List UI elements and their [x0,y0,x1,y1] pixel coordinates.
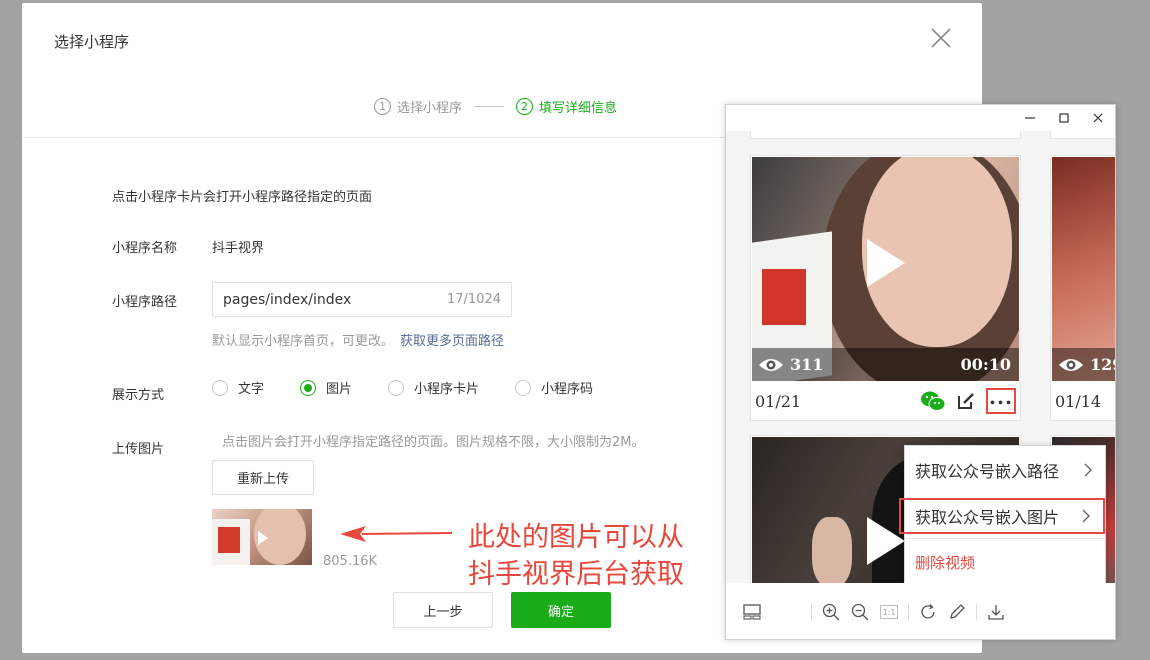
path-hint-text: 默认显示小程序首页，可更改。 [212,334,395,349]
reupload-button[interactable]: 重新上传 [212,460,314,495]
edit-icon[interactable] [956,391,976,411]
video-date: 01/14 [1055,391,1102,411]
download-icon[interactable] [986,602,1006,622]
view-count: 129 [1090,355,1115,374]
path-char-count: 17/1024 [446,292,501,307]
radio-circle [515,379,532,396]
video-thumbnail[interactable]: 311 00:10 [752,157,1019,381]
thumb-stamp [218,527,240,553]
card-partial [1050,131,1115,139]
radio-code[interactable]: 小程序码 [515,378,593,397]
annotation-line-1: 此处的图片可以从 [468,522,684,553]
annotation-line-2: 抖手视界后台获取 [468,559,684,590]
actual-size-label: 1:1 [880,605,898,619]
maximize-icon[interactable] [1047,105,1081,131]
video-date: 01/21 [755,391,802,411]
video-card[interactable]: 129 01/14 [1050,155,1115,421]
previous-step-button[interactable]: 上一步 [393,592,493,628]
step-indicator: 1 选择小程序 2 填写详细信息 [374,95,617,117]
uploaded-image-thumbnail[interactable] [212,509,312,565]
zoom-in-icon[interactable] [821,602,841,622]
radio-image[interactable]: 图片 [300,378,352,397]
card-footer: 01/21 ... [755,386,1016,416]
more-icon[interactable]: ... [986,387,1016,414]
wechat-icon[interactable] [920,390,946,412]
radio-circle [388,379,405,396]
video-card[interactable]: 311 00:10 01/21 ... [750,155,1021,421]
video-stats-bar: 311 00:10 [752,348,1019,381]
step-divider [474,105,505,107]
annotation-text: 此处的图片可以从 抖手视界后台获取 [468,519,684,593]
radio-circle [212,379,228,396]
video-stats-bar: 129 [1052,348,1115,381]
toolbar-divider [811,604,812,620]
name-label: 小程序名称 [112,241,178,256]
more-paths-link[interactable]: 获取更多页面路径 [400,334,504,349]
intro-text: 点击小程序卡片会打开小程序路径指定的页面 [112,190,373,205]
thumb-stamp [762,269,806,325]
file-size: 805.16K [323,554,378,569]
video-thumbnail[interactable]: 129 [1052,157,1115,381]
menu-item-label: 获取公众号嵌入路径 [915,464,1060,481]
radio-circle-selected [300,379,317,396]
menu-divider [905,538,1105,539]
close-icon[interactable] [930,27,952,49]
step-2-number: 2 [516,97,534,115]
eye-icon [1059,358,1083,371]
name-value: 抖手视界 [212,241,265,256]
video-viewer-window: 311 00:10 01/21 ... 12 01/14 获取公众号嵌入路径 获… [725,104,1116,640]
dialog-title: 选择小程序 [54,33,130,51]
video-grid: 311 00:10 01/21 ... 12 01/14 获取公众号嵌入路径 获… [726,131,1115,583]
radio-text[interactable]: 文字 [212,378,264,397]
eye-icon [759,358,783,371]
actual-size-icon[interactable]: 1:1 [879,602,899,622]
minimize-icon[interactable] [1013,105,1047,131]
card-footer: 01/14 [1055,386,1115,416]
radio-card[interactable]: 小程序卡片 [388,378,479,397]
path-hint: 默认显示小程序首页，可更改。 获取更多页面路径 [212,330,504,349]
display-label: 展示方式 [112,388,165,403]
step-1-number: 1 [374,97,391,115]
menu-item-get-embed-path[interactable]: 获取公众号嵌入路径 [905,452,1105,488]
card-actions: ... [910,387,1016,414]
upload-hint: 点击图片会打开小程序指定路径的页面。图片规格不限，大小限制为2M。 [222,435,645,450]
step-1-label: 选择小程序 [397,100,463,116]
thumbnail-view-icon[interactable] [742,602,762,622]
play-icon[interactable] [867,239,905,287]
upload-label: 上传图片 [112,442,165,457]
card-partial [750,131,1021,139]
toolbar-divider [908,604,909,620]
radio-label: 小程序卡片 [414,382,480,397]
menu-item-label: 删除视频 [915,554,976,572]
view-count: 311 [790,355,824,374]
zoom-out-icon[interactable] [850,602,870,622]
toolbar-divider [976,604,977,620]
menu-item-delete-video[interactable]: 删除视频 [905,544,1105,580]
display-radio-group: 文字 图片 小程序卡片 小程序码 [212,378,629,397]
confirm-button[interactable]: 确定 [511,592,611,628]
menu-item-label: 获取公众号嵌入图片 [915,510,1060,527]
radio-label: 小程序码 [541,382,594,397]
viewer-toolbar: 1:1 [726,583,1115,639]
chevron-right-icon [1082,509,1090,523]
play-icon [258,531,268,545]
video-duration: 00:10 [960,355,1011,374]
annotation-arrow-icon [340,526,452,542]
window-controls [1013,105,1115,131]
step-2-label: 填写详细信息 [539,100,618,116]
more-context-menu: 获取公众号嵌入路径 获取公众号嵌入图片 删除视频 [899,445,1106,583]
menu-item-get-embed-image[interactable]: 获取公众号嵌入图片 [899,498,1105,534]
radio-label: 图片 [326,382,353,397]
radio-label: 文字 [238,382,265,397]
path-input-value: pages/index/index [223,291,352,308]
rotate-icon[interactable] [918,602,938,622]
path-input[interactable]: pages/index/index 17/1024 [212,282,512,317]
path-label: 小程序路径 [112,295,178,310]
chevron-right-icon [1084,463,1092,477]
close-window-icon[interactable] [1081,105,1115,131]
thumb-hand [812,517,852,583]
pen-icon[interactable] [947,602,967,622]
